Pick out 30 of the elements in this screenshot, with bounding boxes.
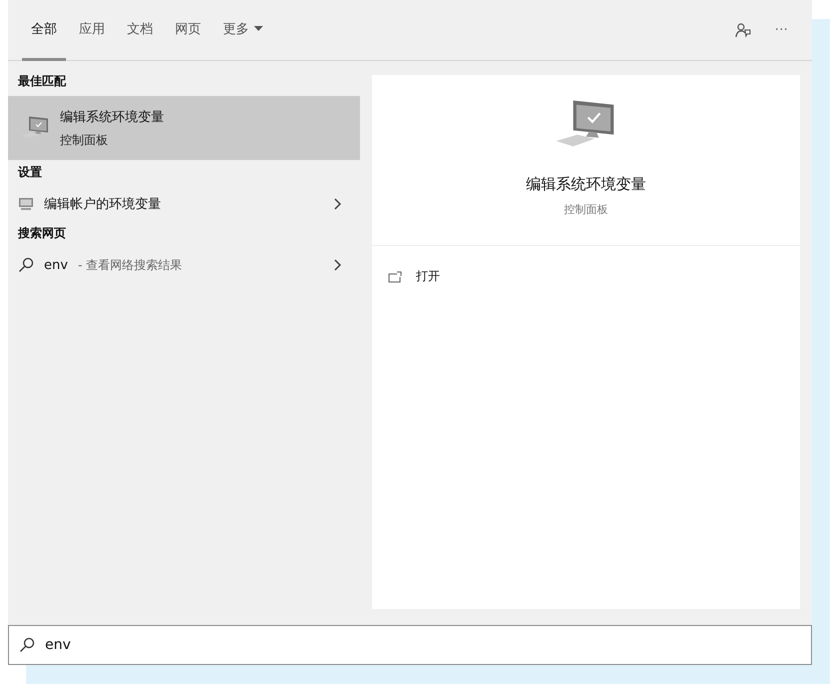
result-title: 编辑帐户的环境变量 xyxy=(44,196,161,213)
detail-title: 编辑系统环境变量 xyxy=(526,175,646,194)
open-window-icon xyxy=(388,270,402,282)
section-header: 搜索网页 xyxy=(16,225,67,242)
chevron-right-icon xyxy=(334,198,342,210)
result-item[interactable]: env - 查看网络搜索结果 xyxy=(8,248,360,282)
tab[interactable]: 全部 xyxy=(22,0,66,61)
caret-icon xyxy=(254,26,263,32)
hint-text: - 查看网络搜索结果 xyxy=(78,256,182,274)
search-input[interactable]: env xyxy=(45,634,799,656)
search-field[interactable]: env xyxy=(8,625,812,665)
section-header: 设置 xyxy=(16,164,43,181)
result-item[interactable]: 编辑系统环境变量 控制面板 xyxy=(8,96,360,160)
person-chat-icon xyxy=(734,22,751,38)
tab[interactable]: 更多 xyxy=(214,0,272,61)
detail-subtitle: 控制面板 xyxy=(564,202,608,217)
tab[interactable]: 网页 xyxy=(166,0,210,61)
result-title: 编辑系统环境变量 xyxy=(60,108,164,126)
tab[interactable]: 文档 xyxy=(118,0,162,61)
open-action[interactable]: 打开 xyxy=(372,246,456,307)
result-subtitle: 控制面板 xyxy=(60,132,109,148)
section-header: 最佳匹配 xyxy=(17,73,67,90)
search-icon xyxy=(18,257,34,273)
result-item[interactable]: 编辑帐户的环境变量 xyxy=(8,187,360,221)
tab[interactable]: 应用 xyxy=(70,0,114,61)
monitor-icon xyxy=(18,197,34,211)
more-button[interactable]: ··· xyxy=(764,0,798,60)
search-icon xyxy=(19,637,35,653)
query-text: env xyxy=(44,258,68,272)
chevron-right-icon xyxy=(334,259,342,271)
